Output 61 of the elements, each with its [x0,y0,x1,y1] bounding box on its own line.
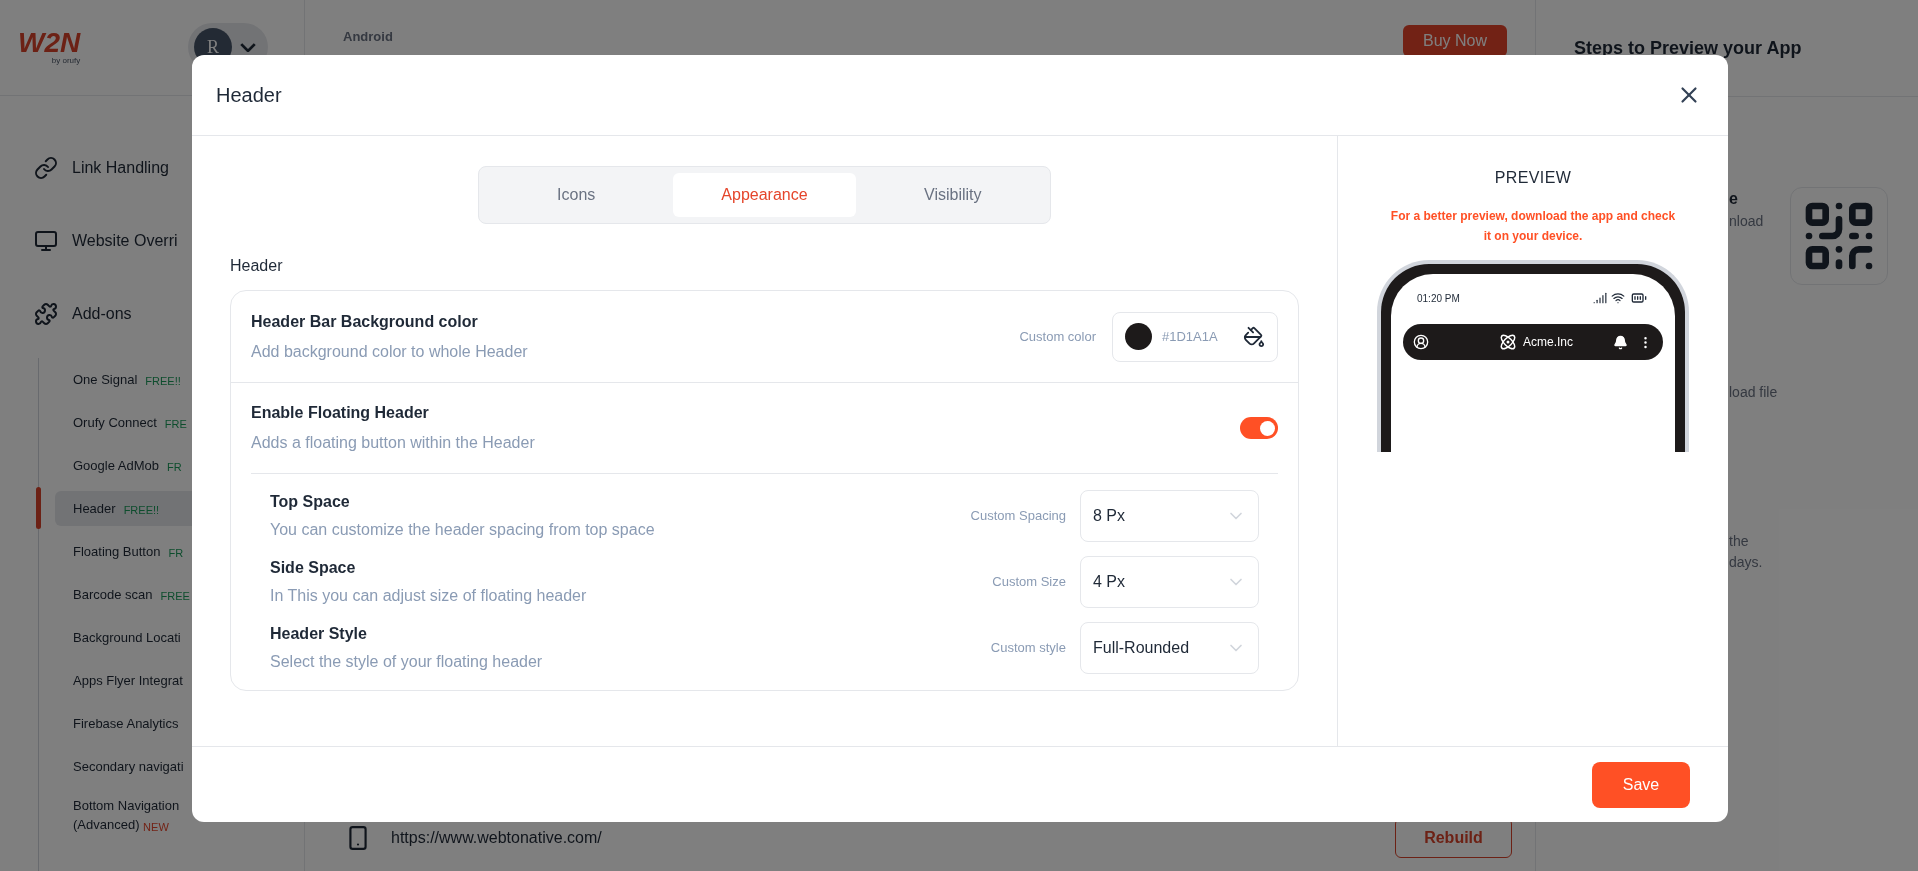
badge-label: NEW [143,820,169,833]
bell-icon [1613,334,1628,350]
preview-note: For a better preview, download the app and check it on your device. [1389,208,1677,245]
wifi-icon [1611,291,1625,305]
setting-description: Add background color to whole Header [251,341,528,362]
status-time: 01:20 PM [1417,291,1460,306]
save-button[interactable]: Save [1592,761,1690,808]
setting-title: Header Bar Background color [251,311,479,332]
badge-label: FREE [160,589,190,602]
select-field[interactable]: 4 Px [1080,556,1259,608]
setting-description: In This you can adjust size of floating header [270,586,587,606]
preview-title: PREVIEW [1494,168,1572,188]
logo: W2N [18,29,81,58]
nav-item[interactable]: Website Overri [34,228,270,253]
color-field[interactable]: #1D1A1A [1112,311,1278,362]
step-text: the [1729,532,1750,551]
qr-code-icon [1790,187,1888,285]
toggle-switch[interactable] [1240,417,1278,439]
buy-now-button[interactable]: Buy Now [1402,25,1507,57]
tab[interactable]: Icons [485,173,668,217]
monitor-icon [34,228,58,253]
steps-title: Steps to Preview your App [1574,36,1802,60]
badge-label: FREE!! [123,503,160,516]
battery-icon [1629,290,1649,306]
setting-title: Header Style [270,624,368,644]
step-text: nload [1729,212,1765,231]
step-text: load file [1729,383,1778,402]
field-label: Custom Size [992,573,1066,592]
setting-title: Side Space [270,558,357,578]
atom-icon [1499,333,1517,351]
field-label: Custom style [990,639,1066,658]
section-title: Header [230,256,284,276]
app-url: https://www.webtonative.com/ [391,828,602,848]
color-value: #1D1A1A [1162,327,1218,346]
chevron-icon [240,42,256,52]
nav-item[interactable]: Link Handling [34,155,270,180]
app-name: Acme.Inc [1523,334,1573,351]
step-text: e [1729,189,1739,209]
setting-description: Select the style of your floating header [270,652,543,672]
paint-bucket-icon [1243,325,1265,348]
logo-tagline: by orufy [51,57,81,66]
setting-description: Adds a floating button within the Header [251,433,535,453]
tab[interactable]: Appearance [673,173,856,217]
selection-bar [36,487,41,530]
field-label: Custom color [1019,327,1096,346]
step-text: days. [1729,553,1764,572]
tab[interactable]: Visibility [861,173,1044,217]
select-field[interactable]: 8 Px [1080,490,1259,542]
puzzle-icon [34,301,58,326]
setting-title: Enable Floating Header [251,403,430,423]
badge-label: FR [167,460,182,473]
user-icon [1413,334,1429,350]
badge-label: FREE!! [145,374,181,387]
badge-label: FR [168,546,184,559]
badge-label: FRE [164,417,187,430]
link-icon [34,155,58,180]
select-field[interactable]: Full-Rounded [1080,622,1259,674]
modal-title: Header [216,83,282,108]
platform-label: Android [343,28,393,46]
field-label: Custom Spacing [970,507,1066,526]
signal-icon [1593,291,1607,305]
